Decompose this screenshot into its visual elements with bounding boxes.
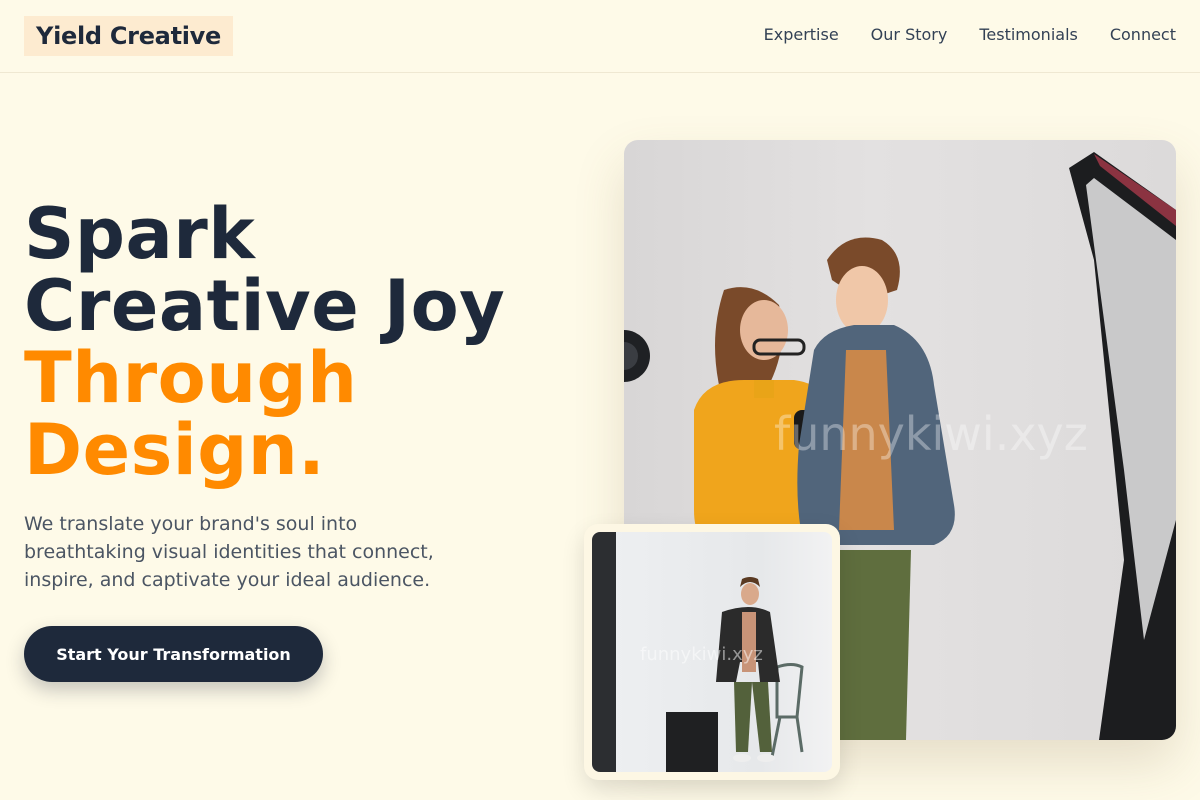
small-watermark-text: funnykiwi.xyz [640, 644, 763, 665]
secondary-photo-model: funnykiwi.xyz [592, 532, 832, 772]
hero-title-line-4: Design. [24, 409, 326, 491]
secondary-photo-card: funnykiwi.xyz [584, 524, 840, 780]
hero-title-line-2: Creative Joy [24, 265, 506, 347]
hero-title: Spark Creative Joy Through Design. [24, 198, 584, 486]
nav-link-testimonials[interactable]: Testimonials [979, 24, 1078, 46]
nav-link-our-story[interactable]: Our Story [871, 24, 948, 46]
site-header: Yield Creative Expertise Our Story Testi… [0, 0, 1200, 73]
start-transformation-button[interactable]: Start Your Transformation [24, 626, 323, 682]
model-illustration: funnykiwi.xyz [592, 532, 804, 772]
main-nav: Expertise Our Story Testimonials Connect [764, 24, 1176, 46]
nav-link-expertise[interactable]: Expertise [764, 24, 839, 46]
nav-link-connect[interactable]: Connect [1110, 24, 1176, 46]
brand-logo[interactable]: Yield Creative [24, 16, 233, 56]
hero-description: We translate your brand's soul into brea… [24, 513, 434, 591]
main-watermark-text: funnykiwi.xyz [774, 407, 1088, 461]
hero-title-line-3: Through [24, 337, 358, 419]
hero-title-line-1: Spark [24, 193, 256, 275]
